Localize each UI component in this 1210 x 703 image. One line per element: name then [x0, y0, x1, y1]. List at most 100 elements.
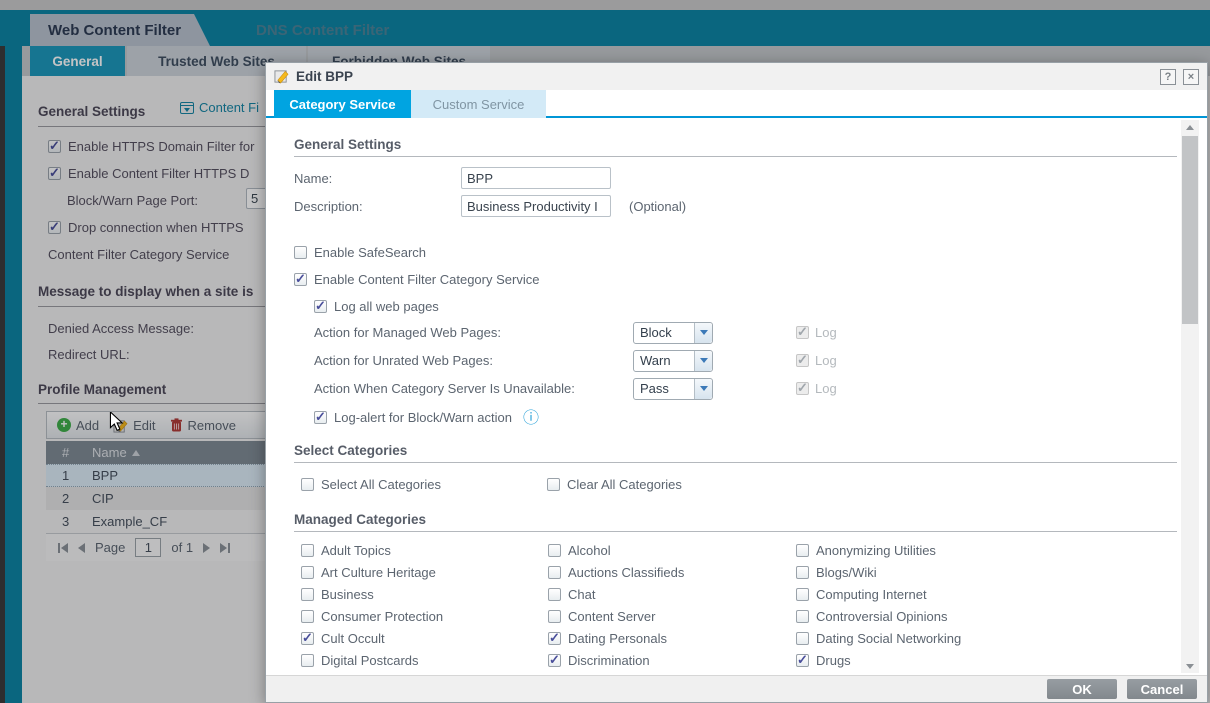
checkbox-label: Auctions Classifieds: [568, 565, 685, 580]
log-label: Log: [815, 353, 837, 368]
category-checkbox[interactable]: Blogs/Wiki: [796, 565, 1181, 580]
checkbox-icon: [548, 630, 561, 646]
description-label: Description:: [294, 198, 363, 214]
category-checkbox[interactable]: Cult Occult: [301, 630, 548, 646]
checkbox-icon: [547, 478, 560, 491]
checkbox-icon: [796, 352, 809, 368]
category-checkbox[interactable]: Consumer Protection: [301, 609, 548, 624]
dropdown-value: Pass: [640, 381, 669, 396]
divider: [294, 531, 1177, 532]
checkbox-icon: [796, 566, 809, 579]
dialog-footer: OK Cancel: [266, 675, 1207, 702]
category-checkbox[interactable]: Adult Topics: [301, 543, 548, 558]
action-managed-label: Action for Managed Web Pages:: [314, 325, 501, 340]
scroll-down-icon[interactable]: [1181, 659, 1199, 673]
enable-safesearch-checkbox[interactable]: Enable SafeSearch: [294, 245, 1181, 260]
checkbox-icon: [294, 271, 307, 287]
checkbox-label: Blogs/Wiki: [816, 565, 877, 580]
checkbox-label: Content Server: [568, 609, 656, 624]
category-checkbox[interactable]: Dating Personals: [548, 630, 796, 646]
checkbox-icon: [548, 544, 561, 557]
checkbox-icon: [548, 588, 561, 601]
category-checkbox[interactable]: Art Culture Heritage: [301, 565, 548, 580]
checkbox-icon: [301, 588, 314, 601]
category-checkbox[interactable]: Discrimination: [548, 652, 796, 668]
action-unrated-dropdown[interactable]: Warn: [633, 349, 713, 372]
checkbox-label: Dating Social Networking: [816, 631, 962, 646]
dropdown-value: Warn: [640, 353, 671, 368]
dialog-tab-bar: Category Service Custom Service: [266, 90, 1207, 118]
dropdown-value: Block: [640, 325, 672, 340]
dialog-body: General Settings Name: Description: (Opt…: [266, 120, 1181, 675]
log-alert-checkbox[interactable]: Log-alert for Block/Warn action ⓘ: [314, 409, 1181, 425]
checkbox-icon: [301, 478, 314, 491]
select-all-categories-checkbox[interactable]: Select All Categories: [301, 477, 547, 492]
managed-categories-grid: Adult Topics Alcohol Anonymizing Utilities…: [301, 543, 1181, 668]
checkbox-icon: [548, 566, 561, 579]
help-button[interactable]: ?: [1160, 68, 1176, 85]
action-managed-row: Action for Managed Web Pages: Block Log: [294, 321, 1181, 344]
dropdown-arrow-icon: [694, 378, 712, 399]
screen: Web Content Filter DNS Content Filter Ge…: [0, 0, 1210, 703]
ok-button[interactable]: OK: [1047, 679, 1117, 699]
name-row: Name:: [294, 167, 1181, 189]
category-checkbox[interactable]: Computing Internet: [796, 587, 1181, 602]
log-label: Log: [815, 381, 837, 396]
category-checkbox[interactable]: Auctions Classifieds: [548, 565, 796, 580]
checkbox-label: Select All Categories: [321, 477, 441, 492]
select-categories-row: Select All Categories Clear All Categori…: [301, 477, 1181, 492]
dialog-titlebar: Edit BPP ? ×: [266, 63, 1207, 90]
checkbox-icon: [548, 652, 561, 668]
cancel-button[interactable]: Cancel: [1127, 679, 1197, 699]
mouse-cursor: [109, 412, 124, 432]
dialog-scrollbar[interactable]: [1181, 120, 1199, 673]
tab-category-service[interactable]: Category Service: [274, 90, 411, 118]
category-checkbox[interactable]: Drugs: [796, 652, 1181, 668]
info-icon[interactable]: ⓘ: [523, 409, 539, 425]
checkbox-label: Chat: [568, 587, 596, 602]
category-checkbox[interactable]: Chat: [548, 587, 796, 602]
scrollbar-thumb[interactable]: [1182, 136, 1198, 324]
checkbox-label: Controversial Opinions: [816, 609, 948, 624]
log-checkbox-disabled: Log: [796, 324, 837, 340]
checkbox-icon: [796, 324, 809, 340]
category-checkbox[interactable]: Content Server: [548, 609, 796, 624]
tab-custom-service[interactable]: Custom Service: [411, 90, 546, 118]
category-checkbox[interactable]: Digital Postcards: [301, 653, 548, 668]
category-checkbox[interactable]: Business: [301, 587, 548, 602]
name-input[interactable]: [461, 167, 611, 189]
category-checkbox[interactable]: Dating Social Networking: [796, 631, 1181, 646]
checkbox-icon: [301, 566, 314, 579]
log-label: Log: [815, 325, 837, 340]
optional-note: (Optional): [629, 198, 687, 214]
checkbox-icon: [796, 652, 809, 668]
checkbox-label: Enable SafeSearch: [314, 245, 427, 260]
enable-category-service-checkbox[interactable]: Enable Content Filter Category Service: [294, 271, 1181, 287]
dropdown-arrow-icon: [694, 350, 712, 371]
category-checkbox[interactable]: Anonymizing Utilities: [796, 543, 1181, 558]
checkbox-label: Alcohol: [568, 543, 611, 558]
clear-all-categories-checkbox[interactable]: Clear All Categories: [547, 477, 1181, 492]
checkbox-label: Digital Postcards: [321, 653, 419, 668]
checkbox-icon: [301, 610, 314, 623]
checkbox-label: Consumer Protection: [321, 609, 444, 624]
category-checkbox[interactable]: Controversial Opinions: [796, 609, 1181, 624]
checkbox-icon: [301, 654, 314, 667]
checkbox-icon: [314, 298, 327, 314]
name-label: Name:: [294, 170, 333, 186]
description-input[interactable]: [461, 195, 611, 217]
description-row: Description: (Optional): [294, 195, 1181, 217]
action-managed-dropdown[interactable]: Block: [633, 321, 713, 344]
close-button[interactable]: ×: [1183, 68, 1199, 85]
checkbox-label: Dating Personals: [568, 631, 667, 646]
divider: [294, 462, 1177, 463]
divider: [294, 156, 1177, 157]
category-checkbox[interactable]: Alcohol: [548, 543, 796, 558]
checkbox-icon: [548, 610, 561, 623]
checkbox-icon: [796, 588, 809, 601]
log-all-web-pages-checkbox[interactable]: Log all web pages: [314, 298, 1181, 314]
scroll-up-icon[interactable]: [1181, 120, 1199, 134]
action-unavailable-dropdown[interactable]: Pass: [633, 377, 713, 400]
action-unrated-row: Action for Unrated Web Pages: Warn Log: [294, 349, 1181, 372]
checkbox-icon: [314, 409, 327, 425]
